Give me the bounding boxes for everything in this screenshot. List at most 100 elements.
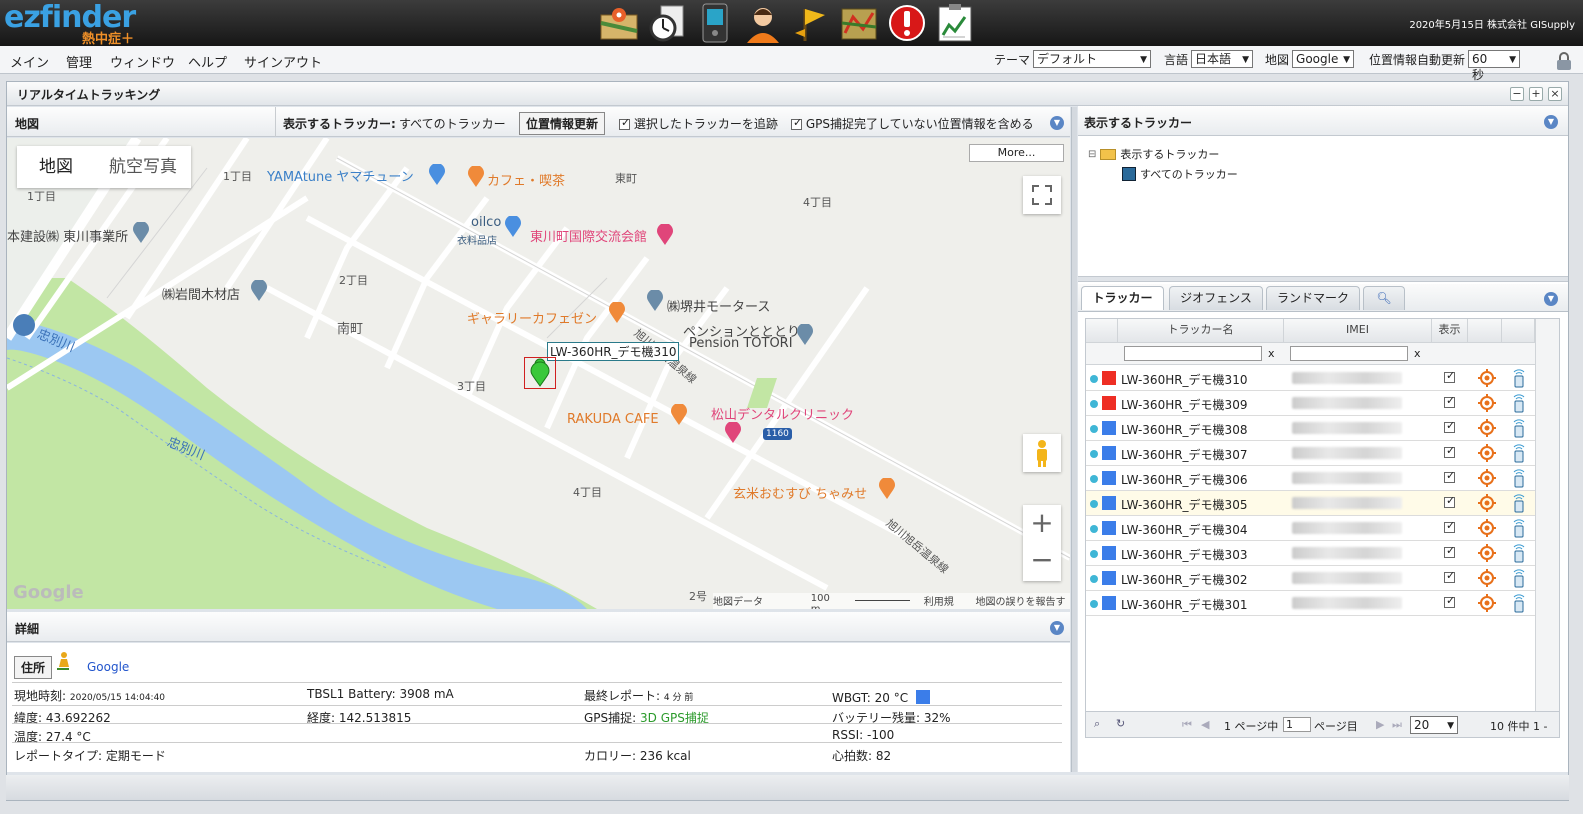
transit-icon[interactable] <box>13 314 35 336</box>
device-signal-icon[interactable] <box>1511 418 1527 441</box>
per-page-select[interactable]: 20 <box>1410 716 1458 734</box>
tracker-row[interactable]: LW-360HR_デモ機305 <box>1086 491 1535 516</box>
business-pin-icon[interactable] <box>251 279 267 302</box>
last-page-icon[interactable]: ⏭ <box>1392 718 1402 732</box>
col-header-imei[interactable]: IMEI <box>1284 319 1432 343</box>
device-signal-icon[interactable] <box>1511 493 1527 516</box>
imei-filter-clear[interactable]: x <box>1414 347 1421 360</box>
zoom-in-icon[interactable]: + <box>1023 505 1061 543</box>
address-button[interactable]: 住所 <box>14 656 53 679</box>
tab-trackers[interactable]: トラッカー <box>1081 286 1164 310</box>
cafe-pin-icon[interactable] <box>609 301 625 324</box>
device-icon[interactable] <box>694 3 736 43</box>
show-checkbox[interactable] <box>1444 469 1455 483</box>
name-filter-clear[interactable]: x <box>1268 347 1275 360</box>
next-page-icon[interactable]: ▶ <box>1376 718 1384 731</box>
business-pin-icon[interactable] <box>797 323 813 346</box>
tracker-row[interactable]: LW-360HR_デモ機309 <box>1086 391 1535 416</box>
tracker-row[interactable]: LW-360HR_デモ機306 <box>1086 466 1535 491</box>
page-input[interactable]: 1 <box>1283 717 1311 732</box>
splitter[interactable] <box>1071 107 1077 772</box>
first-page-icon[interactable]: ⏮ <box>1182 718 1192 732</box>
street-view-person-icon[interactable] <box>55 651 71 671</box>
search-icon[interactable]: ⌕ <box>1094 717 1100 731</box>
fullscreen-icon[interactable] <box>1023 176 1061 214</box>
collapse-icon[interactable]: ▼ <box>1544 292 1558 306</box>
map-provider-select[interactable]: Google <box>1292 50 1355 68</box>
map-type-map-button[interactable]: 地図 <box>17 146 95 188</box>
tab-search[interactable]: 🔍︎ <box>1363 286 1405 310</box>
tracker-row[interactable]: LW-360HR_デモ機302 <box>1086 566 1535 591</box>
close-button[interactable]: × <box>1548 87 1562 101</box>
prev-page-icon[interactable]: ◀ <box>1201 718 1209 731</box>
minimize-button[interactable]: − <box>1510 87 1524 101</box>
splitter[interactable] <box>1078 276 1568 282</box>
locate-target-icon[interactable] <box>1478 569 1496 590</box>
locate-target-icon[interactable] <box>1478 394 1496 415</box>
show-checkbox[interactable] <box>1444 569 1455 583</box>
restaurant-pin-icon[interactable] <box>879 477 895 500</box>
tracker-row[interactable]: LW-360HR_デモ機304 <box>1086 516 1535 541</box>
tree-root-node[interactable]: ⊟ 表示するトラッカー <box>1088 146 1238 162</box>
device-signal-icon[interactable] <box>1511 568 1527 591</box>
flag-icon[interactable] <box>790 3 832 43</box>
device-signal-icon[interactable] <box>1511 368 1527 391</box>
locate-target-icon[interactable] <box>1478 469 1496 490</box>
map-report-link[interactable]: 地図の誤りを報告する <box>976 593 1070 609</box>
tab-landmark[interactable]: ランドマーク <box>1266 286 1360 310</box>
locate-target-icon[interactable] <box>1478 519 1496 540</box>
collapse-icon[interactable]: ▼ <box>1050 116 1064 130</box>
menu-signout[interactable]: サインアウト <box>244 52 322 71</box>
col-header-show[interactable]: 表示 <box>1432 319 1468 343</box>
tracker-row[interactable]: LW-360HR_デモ機307 <box>1086 441 1535 466</box>
cafe-pin-icon[interactable] <box>671 403 687 426</box>
business-pin-icon[interactable] <box>647 289 663 312</box>
shop-pin-icon[interactable] <box>429 163 445 186</box>
locate-target-icon[interactable] <box>1478 544 1496 565</box>
map-terms-link[interactable]: 利用規約 <box>924 593 962 609</box>
locate-target-icon[interactable] <box>1478 369 1496 390</box>
map-type-satellite-button[interactable]: 航空写真 <box>95 146 191 188</box>
menu-help[interactable]: ヘルプ <box>188 52 227 71</box>
locate-target-icon[interactable] <box>1478 494 1496 515</box>
imei-filter-input[interactable] <box>1290 346 1408 361</box>
refresh-location-button[interactable]: 位置情報更新 <box>519 112 606 135</box>
language-select[interactable]: 日本語 <box>1191 50 1254 68</box>
show-checkbox[interactable] <box>1444 519 1455 533</box>
locate-target-icon[interactable] <box>1478 419 1496 440</box>
show-checkbox[interactable] <box>1444 444 1455 458</box>
show-checkbox[interactable] <box>1444 544 1455 558</box>
report-icon[interactable] <box>934 3 976 43</box>
menu-window[interactable]: ウィンドウ <box>110 52 175 71</box>
cafe-pin-icon[interactable] <box>468 165 484 188</box>
tracker-filter-value[interactable]: すべてのトラッカー <box>399 115 506 132</box>
user-icon[interactable] <box>742 3 784 43</box>
map-view[interactable]: 地図 航空写真 More... + − 1丁目 1丁目 YAMAtune ヤマチ… <box>7 138 1070 609</box>
auto-refresh-select[interactable]: 60 秒 <box>1468 50 1521 82</box>
stopwatch-icon[interactable] <box>646 3 688 43</box>
zoom-out-icon[interactable]: − <box>1023 543 1061 581</box>
device-signal-icon[interactable] <box>1511 468 1527 491</box>
tracker-row[interactable]: LW-360HR_デモ機308 <box>1086 416 1535 441</box>
tree-expand-icon[interactable]: ⊟ <box>1088 149 1096 160</box>
menu-admin[interactable]: 管理 <box>66 52 92 71</box>
device-signal-icon[interactable] <box>1511 593 1527 616</box>
tracker-row[interactable]: LW-360HR_デモ機303 <box>1086 541 1535 566</box>
show-checkbox[interactable] <box>1444 394 1455 408</box>
google-link[interactable]: Google <box>87 660 129 674</box>
collapse-icon[interactable]: ▼ <box>1050 621 1064 635</box>
tab-geofence[interactable]: ジオフェンス <box>1169 286 1263 310</box>
tree-child-node[interactable]: すべてのトラッカー <box>1122 166 1238 182</box>
tracker-marker-icon[interactable] <box>524 357 556 389</box>
alert-icon[interactable] <box>886 3 928 43</box>
menu-main[interactable]: メイン <box>10 52 49 71</box>
grid-scrollbar[interactable] <box>1535 319 1559 711</box>
show-checkbox[interactable] <box>1444 369 1455 383</box>
show-checkbox[interactable] <box>1444 494 1455 508</box>
include-nogps-checkbox[interactable] <box>791 116 802 130</box>
tracker-row[interactable]: LW-360HR_デモ機301 <box>1086 591 1535 616</box>
business-pin-icon[interactable] <box>133 221 149 244</box>
device-signal-icon[interactable] <box>1511 393 1527 416</box>
collapse-icon[interactable]: ▼ <box>1544 115 1558 129</box>
street-view-icon[interactable] <box>1023 434 1061 472</box>
